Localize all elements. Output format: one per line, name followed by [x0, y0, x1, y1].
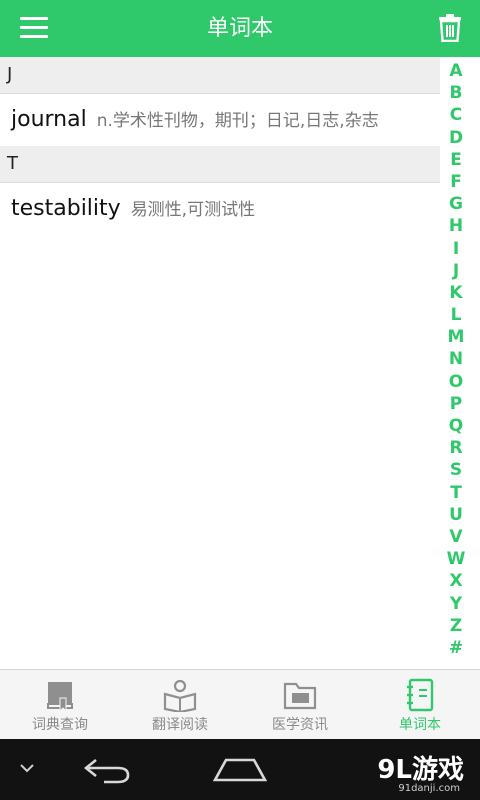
alphabet-index-letter[interactable]: N [444, 348, 468, 370]
watermark-site: 91danji.com [398, 783, 460, 794]
tab-dictionary[interactable]: 词典查询 [0, 670, 120, 740]
alphabet-index-letter[interactable]: X [444, 570, 468, 592]
alphabet-index-letter[interactable]: R [444, 437, 468, 459]
entry-meaning: n.学术性刊物，期刊；日记,日志,杂志 [96, 111, 379, 131]
alphabet-index-letter[interactable]: U [444, 504, 468, 526]
bottom-tab-bar: 词典查询 翻译阅读 医学资讯 单词本 [0, 669, 480, 740]
alphabet-index-letter[interactable]: K [444, 282, 468, 304]
alphabet-index-letter[interactable]: O [444, 371, 468, 393]
alphabet-index-letter[interactable]: C [444, 104, 468, 126]
notebook-icon [407, 678, 434, 712]
section-header-j: J [0, 57, 440, 94]
alphabet-index-letter[interactable]: D [444, 127, 468, 149]
alphabet-index-letter[interactable]: P [444, 393, 468, 415]
alphabet-index-letter[interactable]: E [444, 149, 468, 171]
page-title: 单词本 [206, 16, 273, 41]
alphabet-index-letter[interactable]: Q [444, 415, 468, 437]
tab-label: 医学资讯 [272, 717, 328, 733]
tab-label: 单词本 [399, 717, 441, 733]
alphabet-index-letter[interactable]: # [444, 637, 468, 659]
word-entry-testability[interactable]: testability 易测性,可测试性 [0, 183, 440, 235]
home-icon[interactable] [212, 757, 268, 783]
watermark-logo: 9L游戏 [377, 755, 464, 785]
alphabet-index-letter[interactable]: S [444, 459, 468, 481]
alphabet-index-letter[interactable]: I [444, 238, 468, 260]
word-list: J journal n.学术性刊物，期刊；日记,日志,杂志 T testabili… [0, 57, 440, 235]
alphabet-index[interactable]: A B C D E F G H I J K L M N O P Q R S T U V W X Y Z # [444, 60, 468, 659]
back-icon[interactable] [82, 755, 132, 785]
app-header: 单词本 [0, 0, 480, 57]
system-nav-bar: 9L游戏 91danji.com [0, 739, 480, 800]
trash-icon[interactable] [438, 14, 462, 42]
alphabet-index-letter[interactable]: L [444, 304, 468, 326]
alphabet-index-letter[interactable]: M [444, 326, 468, 348]
alphabet-index-letter[interactable]: T [444, 482, 468, 504]
alphabet-index-letter[interactable]: J [444, 260, 468, 282]
tab-label: 翻译阅读 [152, 717, 208, 733]
alphabet-index-letter[interactable]: W [444, 548, 468, 570]
alphabet-index-letter[interactable]: Y [444, 593, 468, 615]
alphabet-index-letter[interactable]: G [444, 193, 468, 215]
tab-wordbook[interactable]: 单词本 [360, 670, 480, 740]
entry-meaning: 易测性,可测试性 [130, 200, 256, 220]
tab-reading[interactable]: 翻译阅读 [120, 670, 240, 740]
chevron-down-icon[interactable] [20, 763, 34, 773]
alphabet-index-letter[interactable]: Z [444, 615, 468, 637]
entry-word: journal [11, 107, 87, 132]
dictionary-icon [47, 682, 73, 712]
tab-label: 词典查询 [32, 717, 88, 733]
alphabet-index-letter[interactable]: F [444, 171, 468, 193]
reading-icon [163, 679, 197, 712]
news-folder-icon [283, 682, 317, 710]
alphabet-index-letter[interactable]: V [444, 526, 468, 548]
section-header-t: T [0, 146, 440, 183]
entry-word: testability [11, 196, 121, 221]
word-entry-journal[interactable]: journal n.学术性刊物，期刊；日记,日志,杂志 [0, 94, 440, 146]
alphabet-index-letter[interactable]: B [444, 82, 468, 104]
tab-medical-news[interactable]: 医学资讯 [240, 670, 360, 740]
alphabet-index-letter[interactable]: A [444, 60, 468, 82]
alphabet-index-letter[interactable]: H [444, 215, 468, 237]
